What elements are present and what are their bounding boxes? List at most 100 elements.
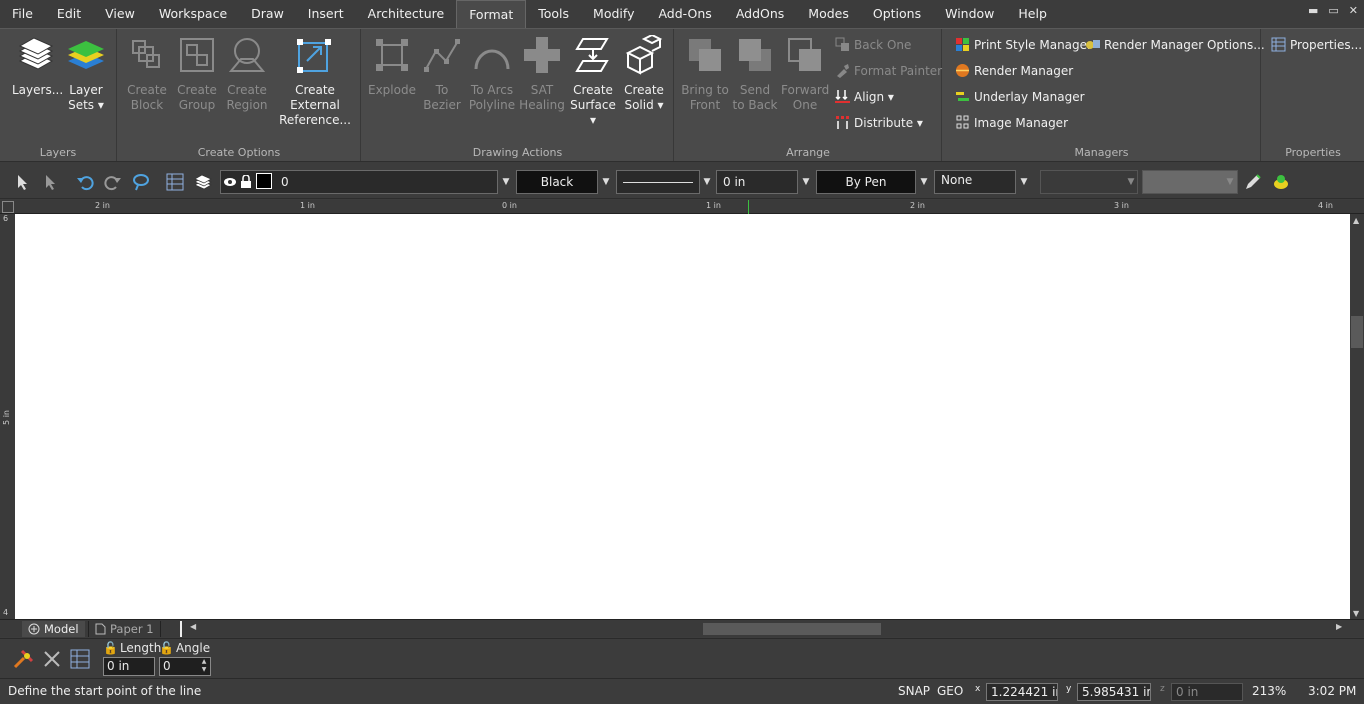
create-surface-button[interactable]: Create Surface ▾ (568, 35, 618, 128)
select-arrow-icon[interactable] (14, 173, 32, 191)
create-block-button[interactable]: Create Block (124, 35, 170, 113)
menu-modes[interactable]: Modes (796, 0, 861, 28)
create-group-button[interactable]: Create Group (174, 35, 220, 113)
color-selector[interactable]: Black (516, 170, 598, 194)
underlay-manager-button[interactable]: Underlay Manager (955, 89, 1085, 104)
unlock-icon[interactable]: 🔓 (159, 641, 174, 655)
send-to-back-button[interactable]: Send to Back (731, 35, 779, 113)
menu-draw[interactable]: Draw (239, 0, 296, 28)
fill-color-dropdown-arrow[interactable]: ▼ (1223, 170, 1237, 194)
pen-selector[interactable]: By Pen (816, 170, 916, 194)
status-prompt: Define the start point of the line (8, 684, 202, 698)
scroll-right-icon[interactable]: ▶ (1336, 622, 1342, 631)
scroll-left-icon[interactable]: ◀ (190, 622, 196, 631)
align-button[interactable]: Align ▾ (835, 89, 894, 104)
y-lock-icon[interactable]: y (1066, 684, 1071, 694)
image-manager-button[interactable]: Image Manager (955, 115, 1068, 130)
layer-sets-button[interactable]: Layer Sets ▾ (62, 35, 110, 113)
redo-icon[interactable] (104, 173, 122, 191)
scroll-up-icon[interactable]: ▲ (1353, 216, 1359, 225)
to-arcs-polyline-button[interactable]: To Arcs Polyline (468, 35, 516, 113)
drawing-canvas[interactable] (15, 214, 1350, 620)
lasso-icon[interactable] (132, 173, 150, 191)
color-dropdown-arrow[interactable]: ▼ (599, 170, 613, 194)
paint-bucket-icon[interactable] (1272, 173, 1290, 191)
zoom-level[interactable]: 213% (1252, 684, 1286, 698)
create-external-reference-button[interactable]: Create External Reference... (272, 35, 358, 128)
menu-tools[interactable]: Tools (526, 0, 581, 28)
undo-icon[interactable] (76, 173, 94, 191)
layer-stack-icon[interactable] (194, 173, 212, 191)
menu-window[interactable]: Window (933, 0, 1006, 28)
forward-one-button[interactable]: Forward One (781, 35, 829, 113)
x-coordinate-field[interactable]: 1.224421 in (986, 683, 1058, 701)
create-region-icon (228, 38, 266, 72)
menu-add-ons[interactable]: Add-Ons (646, 0, 723, 28)
horizontal-scroll-thumb[interactable] (703, 623, 881, 635)
command-bar: 🔓 Length 0 in 🔓 Angle 0 ▲ ▼ (0, 638, 1364, 678)
menu-addons[interactable]: AddOns (724, 0, 796, 28)
line-style-selector[interactable] (616, 170, 700, 194)
unlock-icon[interactable]: 🔓 (103, 641, 118, 655)
input-table-icon[interactable] (70, 649, 90, 669)
z-coordinate-field[interactable]: 0 in (1171, 683, 1243, 701)
forward-one-icon (788, 38, 821, 71)
layer-color-swatch[interactable] (256, 173, 272, 189)
fill-selector[interactable]: None (934, 170, 1016, 194)
layers-button[interactable]: Layers... (12, 35, 63, 98)
minimize-icon[interactable]: ▬ (1308, 4, 1318, 17)
create-solid-button[interactable]: Create Solid ▾ (620, 35, 668, 113)
back-one-button[interactable]: Back One (835, 37, 911, 52)
menu-architecture[interactable]: Architecture (356, 0, 457, 28)
scroll-down-icon[interactable]: ▼ (1353, 609, 1359, 618)
menu-insert[interactable]: Insert (296, 0, 356, 28)
menu-view[interactable]: View (93, 0, 147, 28)
to-bezier-button[interactable]: To Bezier (420, 35, 464, 113)
x-lock-icon[interactable]: x (975, 684, 980, 694)
fill-dropdown-arrow[interactable]: ▼ (1017, 170, 1031, 194)
line-style-dropdown-arrow[interactable]: ▼ (700, 170, 714, 194)
z-lock-icon[interactable]: z (1160, 684, 1165, 694)
lock-icon[interactable] (240, 175, 252, 189)
layer-dropdown-arrow[interactable]: ▼ (499, 170, 513, 194)
pattern-dropdown-arrow[interactable]: ▼ (1124, 170, 1138, 194)
snap-magnet-icon[interactable] (12, 647, 36, 671)
menu-file[interactable]: File (0, 0, 45, 28)
menu-edit[interactable]: Edit (45, 0, 93, 28)
format-painter-button[interactable]: Format Painter (835, 63, 942, 78)
thickness-dropdown-arrow[interactable]: ▼ (799, 170, 813, 194)
close-icon[interactable]: ✕ (1349, 4, 1358, 17)
print-style-manager-button[interactable]: Print Style Manager (955, 37, 1092, 52)
sat-healing-button[interactable]: SAT Healing (518, 35, 566, 113)
menu-workspace[interactable]: Workspace (147, 0, 239, 28)
length-input[interactable]: 0 in (103, 657, 155, 676)
vertical-scroll-thumb[interactable] (1351, 316, 1363, 348)
create-region-button[interactable]: Create Region (224, 35, 270, 113)
distribute-button[interactable]: Distribute ▾ (835, 115, 923, 130)
tab-paper-1[interactable]: Paper 1 (88, 621, 161, 637)
render-manager-options-button[interactable]: Render Manager Options... (1085, 37, 1265, 52)
snap-toggle[interactable]: SNAP (898, 684, 930, 698)
thickness-selector[interactable]: 0 in (716, 170, 798, 194)
cancel-x-icon[interactable] (42, 649, 62, 669)
menu-format[interactable]: Format (456, 0, 527, 28)
properties-button[interactable]: Properties... (1271, 37, 1362, 52)
vertical-scrollbar[interactable]: ▲ ▼ (1350, 214, 1364, 620)
ruler-origin-icon[interactable] (2, 201, 14, 213)
bring-to-front-button[interactable]: Bring to Front (681, 35, 729, 113)
render-manager-button[interactable]: Render Manager (955, 63, 1073, 78)
visibility-eye-icon[interactable] (223, 175, 237, 189)
tab-model[interactable]: Model (22, 621, 85, 637)
menu-options[interactable]: Options (861, 0, 933, 28)
angle-stepper[interactable]: ▲ ▼ (198, 658, 210, 675)
pencil-icon[interactable] (1244, 173, 1262, 191)
layer-table-icon[interactable] (166, 173, 184, 191)
menu-help[interactable]: Help (1006, 0, 1059, 28)
y-coordinate-field[interactable]: 5.985431 in (1077, 683, 1151, 701)
restore-icon[interactable]: ▭ (1328, 4, 1338, 17)
explode-button[interactable]: Explode (368, 35, 416, 98)
geo-toggle[interactable]: GEO (937, 684, 963, 698)
menu-modify[interactable]: Modify (581, 0, 646, 28)
edit-tool-icon[interactable] (42, 173, 60, 191)
pen-dropdown-arrow[interactable]: ▼ (917, 170, 931, 194)
